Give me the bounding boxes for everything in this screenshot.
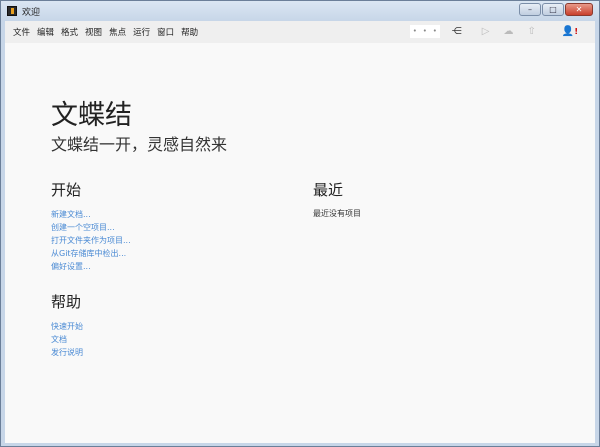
menu-format[interactable]: 格式	[61, 26, 78, 38]
quick-start-link[interactable]: 快速开始	[51, 320, 83, 333]
menu-view[interactable]: 视图	[85, 26, 102, 38]
new-project-link[interactable]: 创建一个空项目...	[51, 221, 131, 234]
window-title: 欢迎	[22, 7, 41, 18]
menu-edit[interactable]: 编辑	[37, 26, 54, 38]
menu-file[interactable]: 文件	[13, 26, 30, 38]
recent-section: 最近 最近没有项目	[313, 179, 361, 219]
recent-empty-text: 最近没有项目	[313, 209, 361, 218]
help-heading: 帮助	[51, 293, 82, 311]
menu-help[interactable]: 帮助	[181, 26, 198, 38]
menu-focus[interactable]: 焦点	[109, 26, 126, 38]
preferences-link[interactable]: 偏好设置...	[51, 260, 131, 273]
menu-bar: 文件 编辑 格式 视图 焦点 运行 窗口 帮助 • • • ⋲ ▷ ☁ ⇧ 👤!	[5, 21, 595, 43]
minimize-button[interactable]: –	[519, 3, 541, 16]
close-button[interactable]: ✕	[565, 3, 593, 16]
help-section: 帮助 快速开始 文档 发行说明	[51, 291, 83, 359]
menu-window[interactable]: 窗口	[157, 26, 174, 38]
cloud-upload-icon[interactable]: ☁	[504, 26, 514, 37]
play-icon[interactable]: ▷	[482, 26, 490, 37]
new-document-link[interactable]: 新建文档...	[51, 208, 131, 221]
maximize-button[interactable]: □	[542, 3, 564, 16]
release-notes-link[interactable]: 发行说明	[51, 346, 83, 359]
start-heading: 开始	[51, 181, 82, 199]
dot-button[interactable]: •	[430, 25, 440, 38]
recent-heading: 最近	[313, 181, 344, 199]
welcome-subtitle: 文蝶结一开，灵感自然来	[51, 135, 228, 154]
welcome-page: 文蝶结 文蝶结一开，灵感自然来 开始 新建文档... 创建一个空项目... 打开…	[5, 43, 595, 443]
welcome-title: 文蝶结	[51, 100, 132, 131]
dot-button[interactable]: •	[420, 25, 430, 38]
title-bar: 欢迎 – □ ✕	[1, 1, 599, 21]
branch-icon[interactable]: ⋲	[452, 26, 462, 37]
pager-dots[interactable]: • • •	[409, 25, 440, 38]
share-icon[interactable]: ⇧	[528, 26, 536, 37]
start-section: 开始 新建文档... 创建一个空项目... 打开文件夹作为项目... 从Git存…	[51, 179, 131, 273]
dot-button[interactable]: •	[410, 25, 420, 38]
open-folder-link[interactable]: 打开文件夹作为项目...	[51, 234, 131, 247]
docs-link[interactable]: 文档	[51, 333, 83, 346]
user-alert-icon[interactable]: 👤!	[562, 26, 578, 37]
app-window: 欢迎 – □ ✕ 文件 编辑 格式 视图 焦点 运行 窗口 帮助 • • • ⋲…	[0, 0, 600, 447]
git-checkout-link[interactable]: 从Git存储库中检出...	[51, 247, 131, 260]
menu-run[interactable]: 运行	[133, 26, 150, 38]
app-logo-icon	[7, 6, 17, 16]
